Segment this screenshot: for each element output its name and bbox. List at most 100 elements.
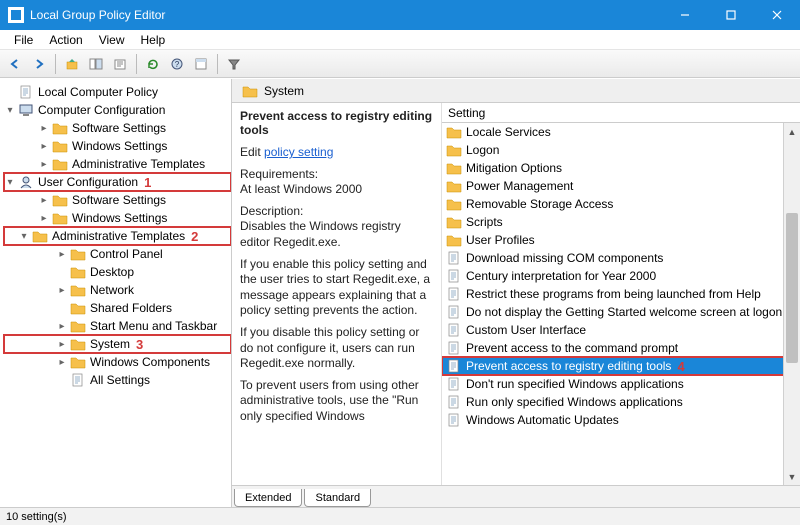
twisty-icon[interactable]: ▸ [56, 285, 68, 296]
annotation-marker: 3 [136, 337, 143, 352]
tree-item[interactable]: ▾Administrative Templates2 [4, 227, 231, 245]
filter-button[interactable] [223, 53, 245, 75]
twisty-icon[interactable]: ▸ [56, 249, 68, 260]
column-header-setting[interactable]: Setting [442, 103, 800, 123]
menu-action[interactable]: Action [41, 31, 90, 49]
list-item-label: Prevent access to registry editing tools [466, 359, 671, 373]
list-item[interactable]: Mitigation Options [442, 159, 800, 177]
list-item-label: Run only specified Windows applications [466, 395, 683, 409]
twisty-icon[interactable]: ▾ [4, 177, 16, 188]
menu-file[interactable]: File [6, 31, 41, 49]
export-button[interactable] [109, 53, 131, 75]
refresh-button[interactable] [142, 53, 164, 75]
tree-item[interactable]: Local Computer Policy [4, 83, 231, 101]
list-item-label: Logon [466, 143, 499, 157]
title-bar: Local Group Policy Editor [0, 0, 800, 30]
heading-label: System [264, 84, 304, 98]
tree-item-label: Software Settings [72, 121, 166, 135]
list-item[interactable]: Download missing COM components [442, 249, 800, 267]
tree-item[interactable]: ▸Windows Settings [4, 209, 231, 227]
list-item-label: Locale Services [466, 125, 551, 139]
menu-view[interactable]: View [91, 31, 133, 49]
scroll-down-icon[interactable]: ▼ [784, 468, 800, 485]
minimize-button[interactable] [662, 0, 708, 30]
list-item[interactable]: Logon [442, 141, 800, 159]
twisty-icon[interactable]: ▸ [38, 195, 50, 206]
tab-standard[interactable]: Standard [304, 489, 371, 507]
tree-item[interactable]: ▸ Software Settings [4, 119, 231, 137]
list-item[interactable]: Restrict these programs from being launc… [442, 285, 800, 303]
status-text: 10 setting(s) [6, 511, 67, 523]
tree-item[interactable]: ▾User Configuration1 [4, 173, 231, 191]
list-item[interactable]: Locale Services [442, 123, 800, 141]
settings-list[interactable]: Locale Services Logon Mitigation Options Po… [442, 123, 800, 485]
tree-item[interactable]: ▸Start Menu and Taskbar [4, 317, 231, 335]
list-item[interactable]: User Profiles [442, 231, 800, 249]
twisty-icon[interactable]: ▸ [38, 123, 50, 134]
list-item[interactable]: Windows Automatic Updates [442, 411, 800, 429]
close-button[interactable] [754, 0, 800, 30]
scroll-thumb[interactable] [786, 213, 798, 363]
menu-help[interactable]: Help [133, 31, 174, 49]
tree-pane[interactable]: Local Computer Policy▾Computer Configura… [0, 79, 232, 507]
back-button[interactable] [4, 53, 26, 75]
list-item-label: Download missing COM components [466, 251, 663, 265]
list-item[interactable]: Power Management [442, 177, 800, 195]
show-hide-tree-button[interactable] [85, 53, 107, 75]
edit-policy-link[interactable]: policy setting [264, 145, 333, 159]
list-item[interactable]: Removable Storage Access [442, 195, 800, 213]
twisty-icon[interactable]: ▸ [56, 339, 68, 350]
list-item[interactable]: Custom User Interface [442, 321, 800, 339]
settings-list-pane: Setting Locale Services Logon Mitigation O… [442, 103, 800, 485]
list-item[interactable]: Century interpretation for Year 2000 [442, 267, 800, 285]
requirements-value: At least Windows 2000 [240, 182, 362, 196]
help-button[interactable]: ? [166, 53, 188, 75]
list-item-label: Mitigation Options [466, 161, 562, 175]
list-item[interactable]: Prevent access to registry editing tools… [442, 357, 800, 375]
tree-item-label: Software Settings [72, 193, 166, 207]
tree-item-label: Shared Folders [90, 301, 172, 315]
tree-item[interactable]: Desktop [4, 263, 231, 281]
tree-item[interactable]: ▸Control Panel [4, 245, 231, 263]
twisty-icon[interactable]: ▸ [56, 357, 68, 368]
scrollbar[interactable]: ▲ ▼ [783, 123, 800, 485]
list-item[interactable]: Don't run specified Windows applications [442, 375, 800, 393]
tree-item[interactable]: ▸Windows Settings [4, 137, 231, 155]
twisty-icon[interactable]: ▸ [56, 321, 68, 332]
up-button[interactable] [61, 53, 83, 75]
twisty-icon[interactable]: ▸ [38, 159, 50, 170]
list-item-label: Restrict these programs from being launc… [466, 287, 761, 301]
list-item[interactable]: Run only specified Windows applications [442, 393, 800, 411]
maximize-button[interactable] [708, 0, 754, 30]
properties-button[interactable] [190, 53, 212, 75]
tree-item[interactable]: ▸Administrative Templates [4, 155, 231, 173]
tree-item[interactable]: All Settings [4, 371, 231, 389]
tree-item-label: Desktop [90, 265, 134, 279]
tree-item[interactable]: ▸ Software Settings [4, 191, 231, 209]
tree-item[interactable]: ▸ Windows Components [4, 353, 231, 371]
twisty-icon[interactable]: ▾ [18, 231, 30, 242]
window-title: Local Group Policy Editor [30, 8, 165, 22]
app-icon [8, 7, 24, 23]
tree-item[interactable]: ▾Computer Configuration [4, 101, 231, 119]
tree-item[interactable]: ▸System3 [4, 335, 231, 353]
annotation-marker: 2 [191, 229, 198, 244]
twisty-icon[interactable]: ▸ [38, 213, 50, 224]
list-item[interactable]: Scripts [442, 213, 800, 231]
tree-item-label: All Settings [90, 373, 150, 387]
twisty-icon[interactable]: ▾ [4, 105, 16, 116]
list-item-label: Century interpretation for Year 2000 [466, 269, 656, 283]
tab-extended[interactable]: Extended [234, 489, 302, 507]
twisty-icon[interactable]: ▸ [38, 141, 50, 152]
tree-item[interactable]: ▸Network [4, 281, 231, 299]
tree-item[interactable]: Shared Folders [4, 299, 231, 317]
list-item[interactable]: Do not display the Getting Started welco… [442, 303, 800, 321]
annotation-marker: 4 [677, 359, 684, 374]
tree-item-label: User Configuration [38, 175, 138, 189]
tree-item-label: Windows Components [90, 355, 210, 369]
list-item-label: Scripts [466, 215, 503, 229]
forward-button[interactable] [28, 53, 50, 75]
list-item[interactable]: Prevent access to the command prompt [442, 339, 800, 357]
scroll-up-icon[interactable]: ▲ [784, 123, 800, 140]
menu-bar: File Action View Help [0, 30, 800, 50]
